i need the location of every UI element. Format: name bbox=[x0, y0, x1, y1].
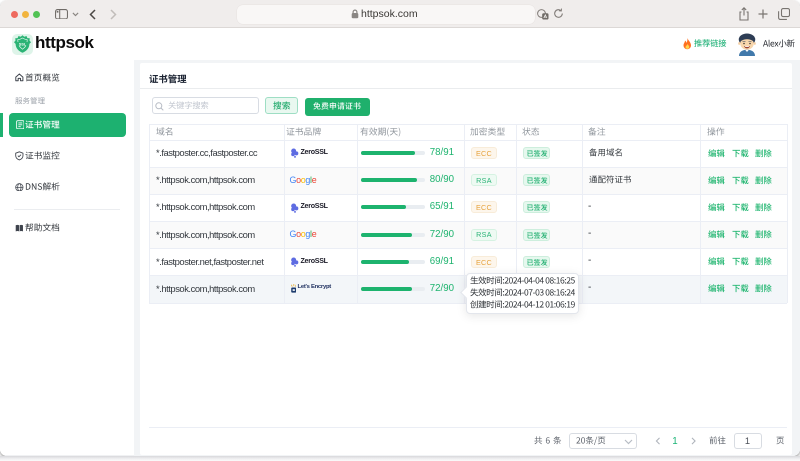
svg-text:SSL: SSL bbox=[19, 42, 27, 46]
